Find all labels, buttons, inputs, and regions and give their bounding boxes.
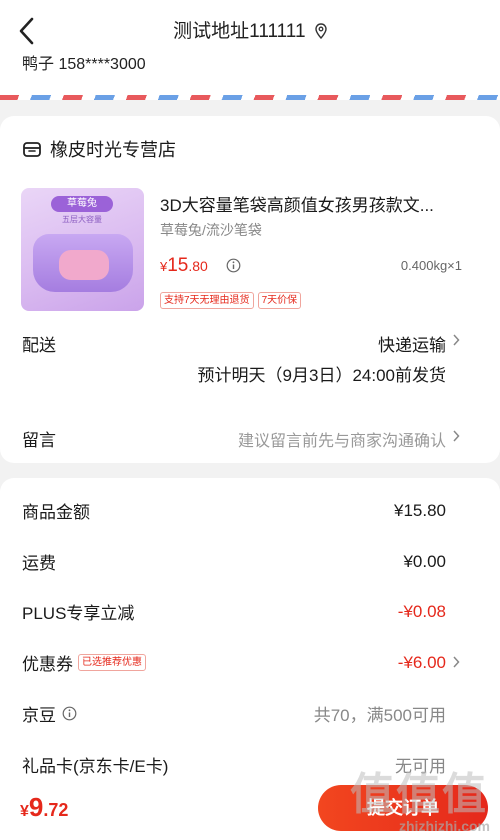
summary-value: ¥15.80 [394, 500, 446, 520]
product-image[interactable]: 草莓兔 五层大容量 [21, 188, 144, 311]
delivery-label: 配送 [22, 336, 56, 355]
summary-label: 京豆 [22, 706, 56, 725]
order-card: 橡皮时光专营店 草莓兔 五层大容量 3D大容量笔袋高颜值女孩男孩款文... 草莓… [0, 116, 500, 463]
address-header: 测试地址111111 鸭子 158****3000 [0, 0, 500, 95]
summary-label: 优惠券 [22, 655, 73, 674]
summary-row-shipping: 运费 ¥0.00 [22, 549, 446, 574]
message-input[interactable]: 建议留言前先与商家沟通确认 [238, 427, 446, 451]
chevron-right-icon [453, 334, 460, 346]
chevron-right-icon [453, 656, 460, 668]
summary-label: 商品金额 [22, 503, 90, 522]
shop-icon [23, 142, 41, 157]
summary-row-giftcard[interactable]: 礼品卡(京东卡/E卡) 无可用 [22, 752, 446, 777]
total-integer: 9 [28, 792, 44, 822]
image-sub: 五层大容量 [62, 215, 102, 224]
delivery-method[interactable]: 快递运输 [378, 331, 446, 356]
summary-row-goods: 商品金额 ¥15.80 [22, 498, 446, 523]
pencil-case-pocket [59, 250, 109, 280]
coupon-label-group: 优惠券 已选推荐优惠 [22, 650, 146, 675]
image-tag: 草莓兔 [51, 196, 113, 212]
airmail-divider [0, 95, 500, 100]
info-icon[interactable] [226, 258, 241, 273]
summary-value: 共70，满500可用 [313, 706, 446, 725]
summary-value: ¥0.00 [403, 551, 446, 571]
summary-label: 礼品卡(京东卡/E卡) [22, 757, 169, 776]
info-icon[interactable] [62, 706, 77, 721]
summary-row-jingdou: 京豆 共70，满500可用 [22, 701, 446, 726]
summary-value: -¥6.00 [397, 652, 446, 672]
price-integer: 15 [167, 255, 189, 276]
shop-name: 橡皮时光专营店 [50, 140, 176, 160]
total-currency: ¥ [20, 803, 29, 820]
summary-label: 运费 [22, 554, 56, 573]
shop-header[interactable]: 橡皮时光专营店 [22, 136, 176, 162]
submit-order-button[interactable]: 提交订单 [318, 785, 488, 831]
summary-label: PLUS专享立减 [22, 604, 135, 623]
coupon-chip: 已选推荐优惠 [78, 654, 146, 671]
total-price: ¥9.72 [20, 792, 68, 823]
total-decimal: .72 [43, 800, 69, 820]
location-pin-icon [315, 23, 327, 39]
delivery-eta: 预计明天（9月3日）24:00前发货 [197, 366, 446, 385]
summary-row-plus: PLUS专享立减 -¥0.08 [22, 599, 446, 624]
price-protect-badge: 7天价保 [257, 292, 302, 309]
price-decimal: .80 [188, 258, 208, 274]
product-spec: 草莓兔/流沙笔袋 [160, 222, 262, 238]
message-label: 留言 [22, 431, 56, 450]
jingdou-label-group: 京豆 [22, 701, 77, 726]
contact-line: 鸭子 158****3000 [22, 56, 146, 73]
product-price: ¥15.80 [160, 255, 208, 277]
address-title[interactable]: 测试地址111111 [0, 16, 500, 43]
address-text: 测试地址111111 [173, 21, 306, 42]
summary-value: 无可用 [395, 757, 446, 776]
weight-quantity: 0.400kg×1 [400, 258, 462, 273]
product-name[interactable]: 3D大容量笔袋高颜值女孩男孩款文... [160, 191, 470, 216]
chevron-right-icon [453, 430, 460, 442]
summary-row-coupon[interactable]: 优惠券 已选推荐优惠 -¥6.00 [22, 650, 446, 675]
checkout-bar: ¥9.72 提交订单 [0, 776, 500, 840]
return-badge: 支持7天无理由退货 [160, 292, 254, 309]
summary-value: -¥0.08 [397, 601, 446, 621]
service-badges: 支持7天无理由退货 7天价保 [160, 292, 302, 309]
